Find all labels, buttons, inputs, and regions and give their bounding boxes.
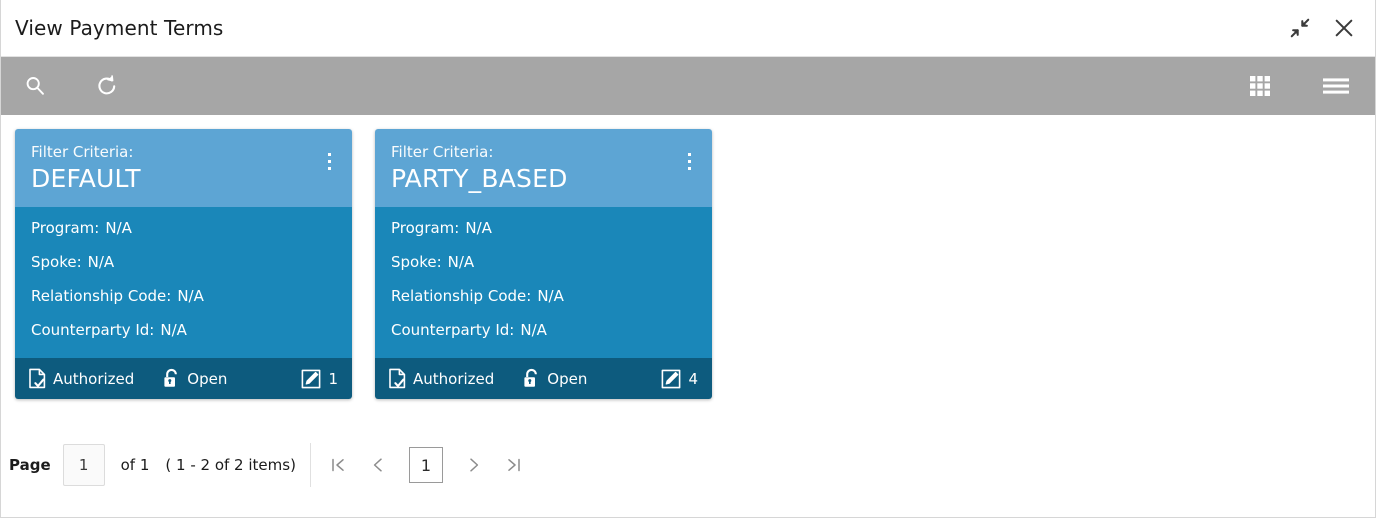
status-badge: Authorized <box>388 368 494 389</box>
field-program-label: Program: <box>391 219 460 237</box>
filter-criteria-card[interactable]: Filter Criteria: DEFAULT Program: N/A Spo… <box>15 129 352 399</box>
status-text: Authorized <box>53 369 135 388</box>
field-counterparty-id-value: N/A <box>520 321 547 339</box>
last-page-icon[interactable] <box>505 456 523 474</box>
first-page-icon[interactable] <box>329 456 347 474</box>
lock-state-text: Open <box>547 369 588 388</box>
prev-page-icon[interactable] <box>369 456 387 474</box>
page-input[interactable] <box>62 444 105 486</box>
field-program: Program: N/A <box>391 219 696 238</box>
pagination-divider <box>309 443 311 487</box>
field-relationship-code: Relationship Code: N/A <box>31 287 336 306</box>
edit-icon <box>302 369 321 388</box>
field-program-value: N/A <box>465 219 492 237</box>
field-spoke-label: Spoke: <box>31 253 82 271</box>
page-title: View Payment Terms <box>15 16 224 40</box>
field-counterparty-id-value: N/A <box>160 321 187 339</box>
filter-criteria-card[interactable]: Filter Criteria: PARTY_BASED Program: N/A… <box>375 129 712 399</box>
card-footer: Authorized Open 4 <box>375 358 712 399</box>
field-counterparty-id-label: Counterparty Id: <box>31 321 155 339</box>
edit-icon <box>662 369 681 388</box>
toolbar-right-group <box>1245 71 1353 101</box>
collapse-icon[interactable] <box>1289 17 1311 39</box>
card-body: Program: N/A Spoke: N/A Relationship Code:… <box>15 207 352 358</box>
field-relationship-code-value: N/A <box>177 287 204 305</box>
field-spoke-value: N/A <box>87 253 115 271</box>
card-criteria-value: DEFAULT <box>31 164 141 193</box>
field-spoke-value: N/A <box>447 253 475 271</box>
pagination-bar: Page of 1 ( 1 - 2 of 2 items) 1 <box>1 437 1375 493</box>
card-criteria-label: Filter Criteria: <box>391 143 494 161</box>
field-program-label: Program: <box>31 219 100 237</box>
grid-view-icon[interactable] <box>1245 71 1275 101</box>
field-spoke: Spoke: N/A <box>31 253 336 272</box>
field-counterparty-id: Counterparty Id: N/A <box>31 321 336 340</box>
toolbar-left-group <box>19 70 123 102</box>
status-text: Authorized <box>413 369 495 388</box>
field-spoke: Spoke: N/A <box>391 253 696 272</box>
field-counterparty-id-label: Counterparty Id: <box>391 321 515 339</box>
next-page-icon[interactable] <box>465 456 483 474</box>
record-count-value: 1 <box>328 369 338 388</box>
lock-state: Open <box>522 368 587 389</box>
card-footer: Authorized Open 1 <box>15 358 352 399</box>
lock-state: Open <box>162 368 227 389</box>
field-spoke-label: Spoke: <box>391 253 442 271</box>
refresh-icon[interactable] <box>91 70 123 102</box>
kebab-menu-icon[interactable] <box>320 153 338 173</box>
field-program: Program: N/A <box>31 219 336 238</box>
card-header: Filter Criteria: PARTY_BASED <box>375 129 712 207</box>
record-count[interactable]: 1 <box>301 369 338 389</box>
field-relationship-code-value: N/A <box>537 287 564 305</box>
title-bar-actions <box>1289 17 1359 39</box>
field-counterparty-id: Counterparty Id: N/A <box>391 321 696 340</box>
card-criteria-value: PARTY_BASED <box>391 164 568 193</box>
cards-container: Filter Criteria: DEFAULT Program: N/A Spo… <box>1 115 1375 428</box>
document-check-icon <box>389 368 406 389</box>
close-icon[interactable] <box>1333 17 1355 39</box>
record-count-value: 4 <box>688 369 698 388</box>
current-page-button[interactable]: 1 <box>408 447 443 483</box>
lock-state-text: Open <box>187 369 228 388</box>
page-total-text: of 1 <box>120 456 150 474</box>
page-label: Page <box>9 456 51 474</box>
kebab-menu-icon[interactable] <box>680 153 698 173</box>
unlock-icon <box>164 368 178 387</box>
record-count[interactable]: 4 <box>661 369 698 389</box>
field-program-value: N/A <box>105 219 132 237</box>
card-header: Filter Criteria: DEFAULT <box>15 129 352 207</box>
view-payment-terms-window: View Payment Terms Filter Criteria: DEFA… <box>0 0 1376 518</box>
field-relationship-code-label: Relationship Code: <box>31 287 172 305</box>
field-relationship-code-label: Relationship Code: <box>391 287 532 305</box>
title-bar: View Payment Terms <box>1 0 1375 57</box>
field-relationship-code: Relationship Code: N/A <box>391 287 696 306</box>
unlock-icon <box>524 368 538 387</box>
card-body: Program: N/A Spoke: N/A Relationship Code:… <box>375 207 712 358</box>
status-badge: Authorized <box>28 368 134 389</box>
list-view-icon[interactable] <box>1319 72 1353 100</box>
document-check-icon <box>29 368 46 389</box>
search-icon[interactable] <box>19 70 51 102</box>
card-criteria-label: Filter Criteria: <box>31 143 134 161</box>
pagination-controls: 1 <box>329 447 523 483</box>
action-toolbar <box>1 57 1375 115</box>
page-range-text: ( 1 - 2 of 2 items) <box>165 456 296 474</box>
